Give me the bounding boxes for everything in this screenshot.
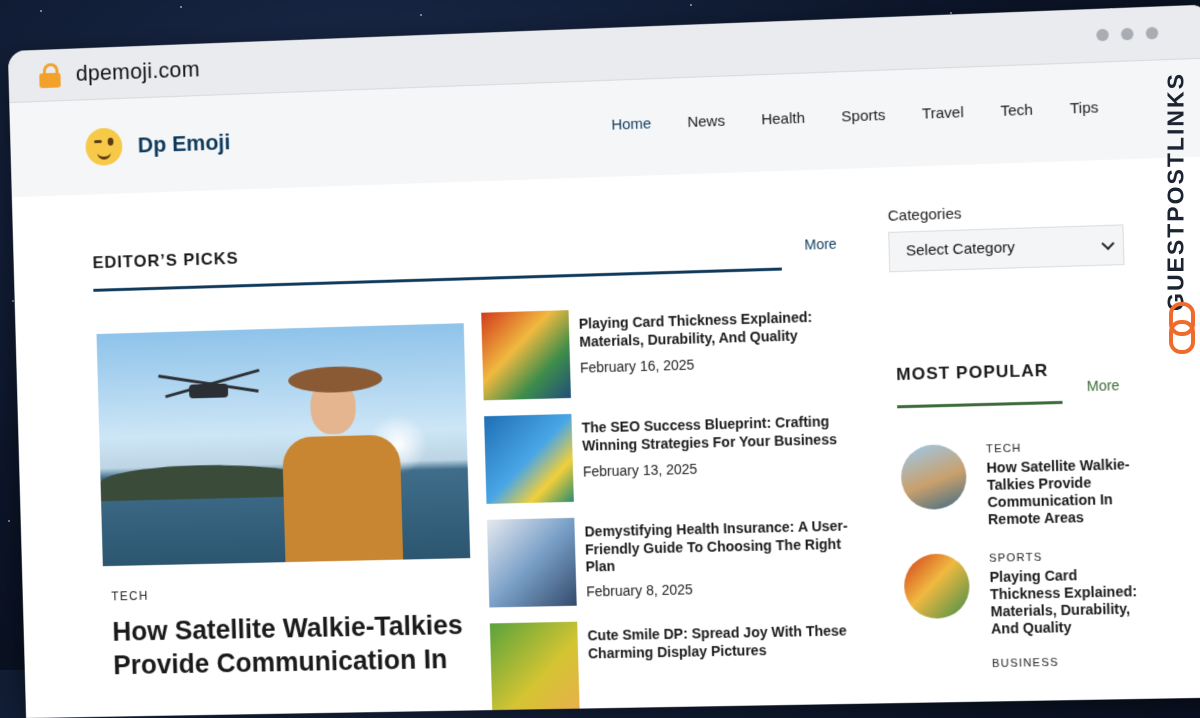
post-thumbnail[interactable] [481,310,571,401]
post-thumbnail[interactable] [489,621,580,712]
nav-news[interactable]: News [687,113,725,131]
category-select[interactable]: Select Category [888,224,1125,273]
window-controls [1096,26,1159,42]
winking-emoji-icon [85,127,123,167]
post-title[interactable]: Cute Smile DP: Spread Joy With These Cha… [587,622,869,663]
drone-icon [158,368,266,411]
popular-item[interactable]: BUSINESS [906,655,1144,718]
window-dot-icon[interactable] [1120,27,1134,41]
nav-tips[interactable]: Tips [1070,99,1099,117]
chevron-down-icon [1101,237,1115,251]
featured-category[interactable]: TECH [111,589,149,604]
list-item[interactable]: Demystifying Health Insurance: A User-Fr… [486,511,870,609]
post-thumbnail[interactable] [484,413,574,504]
nav-sports[interactable]: Sports [841,107,885,126]
popular-title[interactable]: Playing Card Thickness Explained: Materi… [989,566,1145,638]
list-item[interactable]: Playing Card Thickness Explained: Materi… [481,301,864,402]
categories-label: Categories [887,205,962,225]
most-popular-heading: MOST POPULAR [895,360,1049,385]
popular-category[interactable]: SPORTS [989,552,1043,565]
heading-divider [93,267,782,292]
lock-icon [39,62,61,89]
watermark: GUESTPOSTLINKS [1162,58,1195,358]
popular-thumbnail[interactable] [903,553,971,620]
post-date: February 8, 2025 [586,581,694,600]
url-text[interactable]: dpemoji.com [76,57,201,87]
post-date: February 13, 2025 [582,460,698,480]
chain-link-icon [1166,302,1195,354]
editors-picks-more-link[interactable]: More [804,236,837,253]
post-title[interactable]: Demystifying Health Insurance: A User-Fr… [584,517,867,576]
main-nav: Home News Health Sports Travel Tech Tips [611,99,1099,134]
popular-category[interactable]: BUSINESS [992,657,1059,670]
category-select-value: Select Category [905,239,1016,260]
popular-item[interactable]: TECH How Satellite Walkie-Talkies Provid… [900,440,1138,528]
featured-title[interactable]: How Satellite Walkie-Talkies Provide Com… [112,608,485,683]
post-title[interactable]: Playing Card Thickness Explained: Materi… [579,307,861,350]
window-dot-icon[interactable] [1145,26,1159,40]
window-dot-icon[interactable] [1096,28,1109,42]
post-date: February 16, 2025 [579,356,695,376]
post-title[interactable]: The SEO Success Blueprint: Crafting Winn… [582,412,864,454]
brand-name[interactable]: Dp Emoji [137,129,230,158]
watermark-text: GUESTPOSTLINKS [1162,72,1189,311]
post-thumbnail[interactable] [486,517,577,608]
most-popular-divider [897,400,1063,409]
list-item[interactable]: Cute Smile DP: Spread Joy With These Cha… [489,616,873,713]
nav-tech[interactable]: Tech [1000,102,1033,120]
nav-health[interactable]: Health [761,110,805,129]
featured-image[interactable] [96,323,471,567]
popular-title[interactable]: How Satellite Walkie-Talkies Provide Com… [986,456,1142,529]
browser-window: dpemoji.com Dp Emoji Home News Health Sp… [7,4,1200,718]
editors-picks-heading: EDITOR’S PICKS [92,248,239,273]
most-popular-more-link[interactable]: More [1087,377,1120,394]
list-item[interactable]: The SEO Success Blueprint: Crafting Winn… [484,406,867,506]
page-content: EDITOR’S PICKS More TECH How Satellite W… [12,156,1200,718]
nav-travel[interactable]: Travel [922,104,964,123]
site-logo[interactable]: Dp Emoji [85,124,231,167]
popular-thumbnail[interactable] [900,443,968,511]
popular-category[interactable]: TECH [986,443,1022,456]
popular-item[interactable]: SPORTS Playing Card Thickness Explained:… [903,549,1141,637]
nav-home[interactable]: Home [611,115,651,133]
